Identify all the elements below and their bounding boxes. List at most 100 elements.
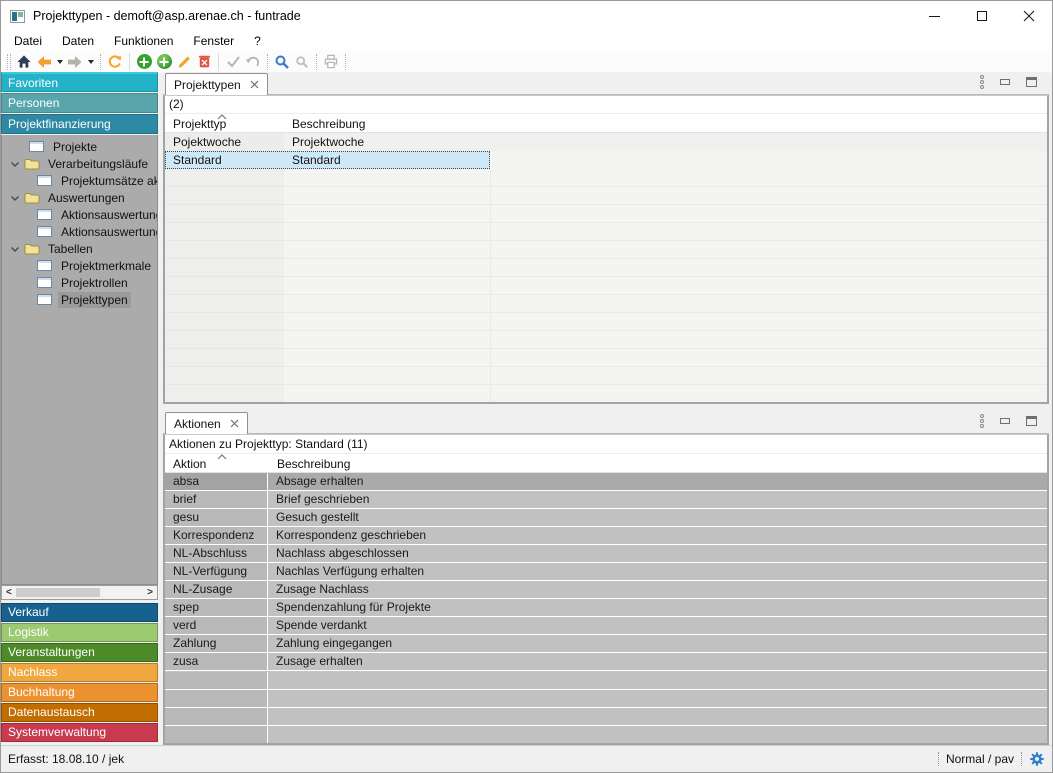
settings-gear-icon[interactable] bbox=[1029, 751, 1045, 767]
sidebar-section-projektfinanzierung[interactable]: Projektfinanzierung bbox=[1, 114, 158, 134]
tree-item-projekte[interactable]: Projekte bbox=[2, 138, 157, 155]
document-icon bbox=[37, 175, 52, 186]
sidebar-section-logistik[interactable]: Logistik bbox=[1, 623, 158, 642]
statusbar-separator bbox=[938, 752, 939, 766]
tree-item-aktionsauswertung-2[interactable]: Aktionsauswertung bbox=[2, 223, 157, 240]
search-secondary-button[interactable] bbox=[292, 52, 312, 72]
printer-icon bbox=[323, 54, 339, 69]
tree-folder-auswertungen[interactable]: Auswertungen bbox=[2, 189, 157, 206]
undo-button[interactable] bbox=[243, 52, 263, 72]
search-secondary-icon bbox=[295, 55, 309, 69]
refresh-button[interactable] bbox=[105, 52, 125, 72]
back-dropdown-button[interactable] bbox=[54, 52, 65, 72]
action-row[interactable]: gesu Gesuch gestellt bbox=[165, 509, 1047, 527]
menu-datei[interactable]: Datei bbox=[4, 32, 52, 50]
tab-close-icon[interactable] bbox=[230, 419, 239, 428]
minimize-button[interactable] bbox=[911, 1, 958, 31]
action-row[interactable]: verd Spende verdankt bbox=[165, 617, 1047, 635]
tree-item-projektumsaetze[interactable]: Projektumsätze aktual bbox=[2, 172, 157, 189]
menu-fenster[interactable]: Fenster bbox=[183, 32, 244, 50]
toolbar-separator bbox=[218, 53, 219, 71]
action-row[interactable]: brief Brief geschrieben bbox=[165, 491, 1047, 509]
toolbar-separator bbox=[100, 54, 101, 70]
search-button[interactable] bbox=[272, 52, 292, 72]
sidebar-modules: Verkauf Logistik Veranstaltungen Nachlas… bbox=[1, 603, 158, 743]
maximize-button[interactable] bbox=[958, 1, 1005, 31]
home-icon bbox=[16, 54, 32, 69]
table-row-selected[interactable]: Standard Standard bbox=[165, 151, 490, 169]
back-button[interactable] bbox=[34, 52, 54, 72]
tab-projekttypen[interactable]: Projekttypen bbox=[165, 73, 268, 95]
undo-arrow-icon bbox=[245, 55, 261, 68]
print-button[interactable] bbox=[321, 52, 341, 72]
tab-aktionen[interactable]: Aktionen bbox=[165, 412, 248, 434]
panel-maximize-icon[interactable] bbox=[1026, 77, 1037, 87]
column-header-beschreibung[interactable]: Beschreibung bbox=[284, 114, 490, 132]
action-row[interactable]: NL-Verfügung Nachlas Verfügung erhalten bbox=[165, 563, 1047, 581]
close-icon bbox=[1023, 10, 1035, 22]
tree-item-projektrollen[interactable]: Projektrollen bbox=[2, 274, 157, 291]
action-row[interactable]: Zahlung Zahlung eingegangen bbox=[165, 635, 1047, 653]
scroll-right-arrow[interactable]: > bbox=[147, 587, 153, 598]
tree-item-projektmerkmale[interactable]: Projektmerkmale bbox=[2, 257, 157, 274]
column-header-aktion[interactable]: Aktion bbox=[165, 454, 269, 472]
sort-ascending-icon bbox=[217, 114, 227, 120]
main-panel-tabbar: Projekttypen bbox=[163, 72, 1049, 95]
action-row[interactable]: Korrespondenz Korrespondenz geschrieben bbox=[165, 527, 1047, 545]
edit-button[interactable] bbox=[174, 52, 194, 72]
sort-ascending-icon bbox=[217, 454, 227, 460]
sidebar-section-systemverwaltung[interactable]: Systemverwaltung bbox=[1, 723, 158, 742]
sidebar: Favoriten Personen Projektfinanzierung bbox=[1, 72, 158, 135]
actions-info-text: Aktionen zu Projekttyp: Standard (11) bbox=[165, 435, 1047, 453]
add-button[interactable] bbox=[134, 52, 154, 72]
table-row[interactable]: Pojektwoche Projektwoche bbox=[165, 133, 1047, 151]
tree-folder-verarbeitungslaeufe[interactable]: Verarbeitungsläufe bbox=[2, 155, 157, 172]
tab-close-icon[interactable] bbox=[250, 80, 259, 89]
sidebar-section-verkauf[interactable]: Verkauf bbox=[1, 603, 158, 622]
action-row[interactable]: NL-Abschluss Nachlass abgeschlossen bbox=[165, 545, 1047, 563]
panel-menu-icon[interactable] bbox=[980, 414, 984, 428]
tree-item-projekttypen[interactable]: Projekttypen bbox=[2, 291, 157, 308]
table-header: Aktion Beschreibung bbox=[165, 453, 1047, 473]
menu-funktionen[interactable]: Funktionen bbox=[104, 32, 183, 50]
scrollbar-thumb[interactable] bbox=[16, 588, 100, 597]
panel-maximize-icon[interactable] bbox=[1026, 416, 1037, 426]
column-header-beschreibung[interactable]: Beschreibung bbox=[269, 454, 1047, 472]
folder-icon bbox=[24, 157, 40, 170]
home-button[interactable] bbox=[14, 52, 34, 72]
navigation-tree: Projekte Verarbeitungsläufe Projektumsät… bbox=[1, 135, 158, 585]
panel-minimize-icon[interactable] bbox=[1000, 79, 1010, 85]
menu-daten[interactable]: Daten bbox=[52, 32, 104, 50]
close-button[interactable] bbox=[1005, 1, 1052, 31]
action-row[interactable]: spep Spendenzahlung für Projekte bbox=[165, 599, 1047, 617]
toolbar-separator bbox=[267, 54, 268, 70]
sidebar-section-datenaustausch[interactable]: Datenaustausch bbox=[1, 703, 158, 722]
delete-button[interactable] bbox=[194, 52, 214, 72]
scroll-left-arrow[interactable]: < bbox=[6, 587, 12, 598]
sidebar-section-favoriten[interactable]: Favoriten bbox=[1, 72, 158, 92]
document-icon bbox=[37, 277, 52, 288]
action-row[interactable]: zusa Zusage erhalten bbox=[165, 653, 1047, 671]
tree-item-aktionsauswertung-1[interactable]: Aktionsauswertung bbox=[2, 206, 157, 223]
chevron-down-icon bbox=[9, 158, 21, 170]
tree-folder-tabellen[interactable]: Tabellen bbox=[2, 240, 157, 257]
forward-button[interactable] bbox=[65, 52, 85, 72]
sidebar-section-buchhaltung[interactable]: Buchhaltung bbox=[1, 683, 158, 702]
status-mode-text: Normal / pav bbox=[946, 752, 1014, 766]
toolbar-grip[interactable] bbox=[7, 54, 11, 70]
column-header-projekttyp[interactable]: Projekttyp bbox=[165, 114, 284, 132]
forward-dropdown-button[interactable] bbox=[85, 52, 96, 72]
confirm-button[interactable] bbox=[223, 52, 243, 72]
sidebar-section-veranstaltungen[interactable]: Veranstaltungen bbox=[1, 643, 158, 662]
sidebar-horizontal-scrollbar[interactable]: < > bbox=[1, 585, 158, 600]
back-arrow-icon bbox=[36, 55, 52, 69]
action-row-selected[interactable]: absa Absage erhalten bbox=[165, 473, 1047, 491]
panel-minimize-icon[interactable] bbox=[1000, 418, 1010, 424]
sidebar-section-personen[interactable]: Personen bbox=[1, 93, 158, 113]
actions-panel-tabbar: Aktionen bbox=[163, 411, 1049, 434]
panel-menu-icon[interactable] bbox=[980, 75, 984, 89]
menu-help[interactable]: ? bbox=[244, 32, 271, 50]
sidebar-section-nachlass[interactable]: Nachlass bbox=[1, 663, 158, 682]
action-row[interactable]: NL-Zusage Zusage Nachlass bbox=[165, 581, 1047, 599]
add-alternate-button[interactable] bbox=[154, 52, 174, 72]
